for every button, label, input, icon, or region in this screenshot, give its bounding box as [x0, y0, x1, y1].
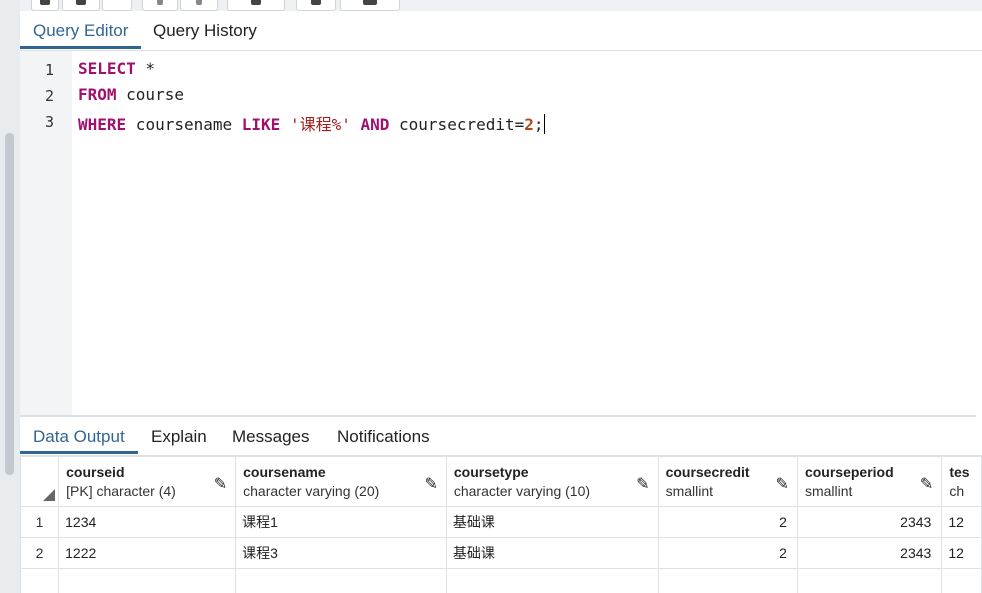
column-type: character varying (10) [453, 483, 591, 499]
keyword-select: SELECT [78, 59, 136, 78]
empty-cell [235, 568, 447, 593]
code-text: * [135, 59, 156, 78]
toolbar-icon [311, 0, 321, 5]
column-name: coursename [243, 464, 326, 480]
keyword-where: WHERE [78, 115, 127, 134]
output-tab-bar: Data Output Explain Messages Notificatio… [20, 417, 982, 456]
column-type: ch [949, 483, 965, 499]
cell-teacher[interactable]: 12 [941, 537, 982, 569]
cell-coursetype[interactable]: 基础课 [445, 506, 659, 538]
toolbar-icon [40, 0, 50, 5]
toolbar-icon [251, 0, 261, 5]
toolbar-button[interactable] [31, 0, 59, 11]
pencil-icon[interactable]: ✎ [636, 474, 649, 494]
code-line-3: WHERE coursename LIKE '课程%' AND coursecr… [78, 111, 545, 135]
column-header-coursename[interactable]: coursename character varying (20) ✎ [235, 456, 447, 507]
table-row-empty [20, 568, 982, 593]
column-header-coursetype[interactable]: coursetype character varying (10) ✎ [445, 456, 659, 507]
toolbar-button[interactable] [142, 0, 178, 11]
data-output-grid: courseid [PK] character (4) ✎ coursename ch… [20, 456, 982, 593]
cell-coursecredit[interactable]: 2 [657, 537, 798, 569]
toolbar-icon [76, 0, 86, 5]
code-text: course [116, 85, 184, 104]
empty-cell [445, 568, 659, 593]
pencil-icon[interactable]: ✎ [776, 474, 789, 494]
keyword-from: FROM [78, 85, 117, 104]
column-header-teacher[interactable]: tes ch [941, 456, 982, 507]
sql-editor[interactable]: 1 2 3 SELECT * FROM course WHERE coursen… [20, 51, 976, 415]
line-number: 3 [44, 113, 54, 131]
keyword-like: LIKE [241, 115, 281, 134]
tab-data-output[interactable]: Data Output [20, 417, 138, 454]
line-number: 2 [44, 87, 54, 105]
pencil-icon[interactable]: ✎ [424, 474, 437, 494]
column-header-coursecredit[interactable]: coursecredit smallint ✎ [657, 456, 798, 507]
line-number: 1 [44, 61, 54, 79]
toolbar-button[interactable] [102, 0, 132, 11]
cell-teacher[interactable]: 12 [941, 506, 982, 538]
cell-courseid[interactable]: 1234 [58, 506, 237, 538]
toolbar-icon [363, 0, 377, 5]
code-text: coursecredit= [389, 115, 525, 134]
empty-cell [796, 568, 943, 593]
code-text: coursename [126, 115, 242, 134]
pencil-icon[interactable]: ✎ [214, 474, 227, 494]
code-text: ; [533, 115, 544, 134]
column-header-courseid[interactable]: courseid [PK] character (4) ✎ [58, 456, 237, 507]
tab-query-editor[interactable]: Query Editor [20, 11, 142, 49]
cell-coursetype[interactable]: 基础课 [445, 537, 659, 569]
toolbar-button[interactable] [180, 0, 218, 11]
empty-cell [58, 568, 237, 593]
tab-notifications[interactable]: Notifications [324, 417, 443, 454]
vertical-scrollbar[interactable] [5, 133, 14, 475]
column-header-courseperiod[interactable]: courseperiod smallint ✎ [796, 456, 943, 507]
table-row[interactable]: 2 1222 课程3 基础课 2 2343 12 [20, 537, 982, 569]
toolbar-button[interactable] [227, 0, 285, 11]
tab-explain[interactable]: Explain [138, 417, 220, 454]
toolbar-icon [157, 0, 163, 5]
keyword-and: AND [360, 115, 390, 134]
empty-cell [657, 568, 798, 593]
cell-coursecredit[interactable]: 2 [657, 506, 798, 538]
cell-courseperiod[interactable]: 2343 [796, 506, 943, 538]
column-name: coursetype [453, 464, 529, 480]
string-literal: '课程%' [289, 115, 351, 134]
cell-coursename[interactable]: 课程3 [235, 537, 447, 569]
line-number-gutter: 1 2 3 [20, 51, 72, 415]
pencil-icon[interactable]: ✎ [920, 474, 933, 494]
tab-messages[interactable]: Messages [219, 417, 322, 454]
row-number[interactable]: 1 [20, 506, 60, 538]
cell-courseperiod[interactable]: 2343 [796, 537, 943, 569]
toolbar-button[interactable] [340, 0, 400, 11]
table-row[interactable]: 1 1234 课程1 基础课 2 2343 12 [20, 506, 982, 538]
results-table: courseid [PK] character (4) ✎ coursename ch… [20, 456, 982, 593]
toolbar-icon [196, 0, 202, 5]
select-all-corner[interactable] [20, 456, 60, 507]
empty-cell [941, 568, 982, 593]
code-line-1: SELECT * [78, 59, 155, 78]
row-number[interactable]: 2 [20, 537, 60, 569]
code-line-2: FROM course [78, 85, 184, 104]
column-type: character varying (20) [243, 483, 380, 499]
number-literal: 2 [524, 115, 534, 134]
tab-query-history[interactable]: Query History [140, 11, 270, 49]
sort-corner-icon [43, 489, 55, 501]
column-name: courseid [66, 464, 125, 480]
column-name: tes [949, 464, 970, 480]
toolbar-button[interactable] [296, 0, 336, 11]
text-cursor [543, 114, 545, 134]
column-type: [PK] character (4) [66, 483, 176, 499]
cell-coursename[interactable]: 课程1 [235, 506, 447, 538]
table-header-row: courseid [PK] character (4) ✎ coursename ch… [20, 456, 982, 507]
toolbar-button[interactable] [62, 0, 100, 11]
cell-courseid[interactable]: 1222 [58, 537, 237, 569]
editor-tab-bar: Query Editor Query History [20, 11, 982, 51]
empty-cell [20, 568, 60, 593]
